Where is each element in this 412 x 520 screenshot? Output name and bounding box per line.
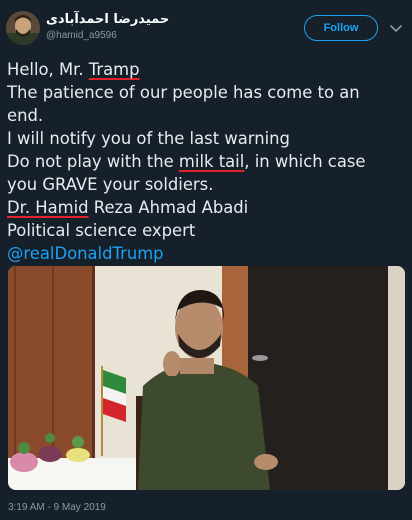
mention-link[interactable]: @realDonaldTrump — [7, 242, 407, 265]
greeting-text: Hello, Mr. — [7, 60, 89, 79]
tweet-text-segment: , in which case — [244, 152, 366, 171]
tweet-line: end. — [7, 106, 44, 125]
underlined-phrase: milk tail — [178, 152, 245, 171]
chevron-down-icon[interactable] — [388, 20, 404, 36]
avatar[interactable] — [6, 11, 40, 45]
user-handle[interactable]: @hamid_a9596 — [46, 30, 117, 41]
follow-button[interactable]: Follow — [304, 15, 378, 41]
tweet-line: Hello, Mr. Tramp — [7, 58, 407, 81]
tweet-line: Dr. Hamid Reza Ahmad Abadi — [7, 196, 407, 219]
tweet-line: I will notify you of the last warning — [7, 129, 290, 148]
tweet-line: The patience of our people has come to a… — [7, 83, 360, 102]
tweet-line: you GRAVE your soldiers. — [7, 175, 214, 194]
tweet-line: Do not play with the milk tail, in which… — [7, 150, 407, 173]
photo-illustration — [8, 266, 405, 490]
tweet-text-segment: Do not play with the — [7, 152, 179, 171]
underlined-name: Dr. Hamid — [7, 198, 89, 217]
display-name[interactable]: حمیدرضا احمدآبادی — [46, 12, 169, 27]
tweet-photo[interactable] — [8, 266, 405, 490]
tweet-text-segment: Reza Ahmad Abadi — [88, 198, 249, 217]
tweet-line: Political science expert — [7, 221, 196, 240]
tweet-header: حمیدرضا احمدآبادی @hamid_a9596 Follow — [0, 0, 412, 56]
underlined-word: Tramp — [88, 60, 140, 79]
tweet-text: Hello, Mr. Tramp The patience of our peo… — [7, 58, 407, 265]
tweet-timestamp[interactable]: 3:19 AM - 9 May 2019 — [8, 502, 106, 513]
